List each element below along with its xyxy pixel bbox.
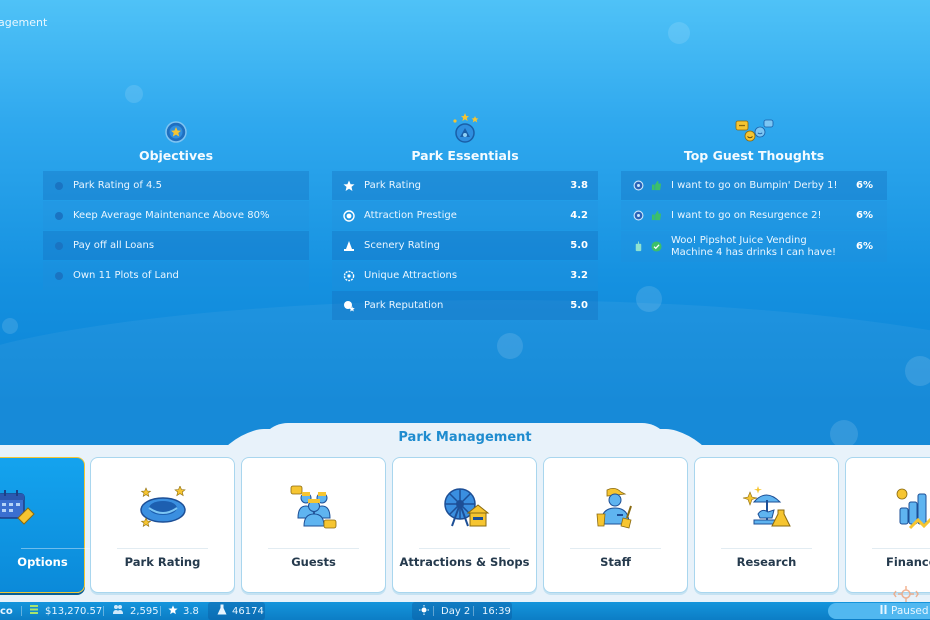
pause-button[interactable]: Paused [828,603,930,619]
park-essentials-section: Park Essentials Park Rating 3.8 Attracti… [332,112,598,321]
guest-thoughts-icon [621,112,887,144]
divider [473,606,474,616]
finances-chart-icon [846,484,930,532]
park-rating-display[interactable]: 3.8 [168,604,199,618]
background-bubble [905,356,930,386]
guest-thoughts-title: Top Guest Thoughts [683,148,825,163]
card-label: Guests [291,555,336,569]
card-guests[interactable]: Guests [241,457,386,593]
objective-item: Own 11 Plots of Land [43,261,309,290]
background-bubble [125,85,143,103]
card-label: Staff [600,555,631,569]
card-divider [570,548,661,549]
guests-icon [242,484,385,532]
flask-icon [217,604,227,618]
guests-icon [112,604,124,618]
essential-item: Park Rating 3.8 [332,171,598,200]
status-bar: co $13,270.57 2,595 3.8 46174 Day 2 16:3… [0,602,930,620]
card-label: Park Rating [124,555,201,569]
thumbs-up-icon [649,209,663,223]
divider [103,606,104,616]
essential-item: Park Reputation 5.0 [332,291,598,320]
sun-icon [419,604,429,618]
park-essentials-title: Park Essentials [411,148,519,163]
guest-thoughts-section: Top Guest Thoughts I want to go on Bumpi… [621,112,887,263]
drink-icon [631,240,645,254]
star-icon [168,604,178,618]
objective-item: Pay off all Loans [43,231,309,260]
park-name[interactable]: co [0,604,13,618]
card-divider [721,548,812,549]
bullet-icon [55,181,63,190]
prestige-icon [342,209,356,223]
background-bubble [668,22,690,44]
card-staff[interactable]: Staff [543,457,688,593]
divider [433,606,434,616]
divider [21,606,22,616]
day-display: Day 2 [441,605,471,617]
objective-item: Park Rating of 4.5 [43,171,309,200]
money-icon [29,604,39,618]
card-divider [117,548,208,549]
card-options[interactable]: Options [0,457,114,593]
thought-item: Woo! Pipshot Juice Vending Machine 4 has… [621,231,887,262]
thumbs-up-icon [649,179,663,193]
guest-count-value: 2,595 [130,605,159,617]
scenery-icon [342,239,356,253]
research-carousel-icon [695,484,838,532]
card-label: Attractions & Shops [399,555,530,569]
park-rating-icon [91,484,234,532]
park-essentials-badge-icon [332,112,598,144]
objective-star-badge-icon [43,112,309,144]
clock-display: 16:39 [482,605,511,617]
background-bubble [636,286,662,312]
star-icon [342,179,356,193]
objectives-title: Objectives [138,148,214,163]
staff-icon [544,484,687,532]
ride-icon [631,209,645,223]
money-display[interactable]: $13,270.57 [29,604,102,618]
check-icon [649,240,663,254]
thought-item: I want to go on Bumpin' Derby 1! 6% [621,171,887,200]
card-label: Research [736,555,797,569]
card-attractions-shops[interactable]: Attractions & Shops [392,457,537,593]
divider [160,606,161,616]
card-label: Options [17,555,68,569]
card-label: Finances [886,555,930,569]
research-points-value: 46174 [232,605,264,617]
pause-icon [880,605,887,617]
card-divider [268,548,359,549]
park-rating-value: 3.8 [183,605,199,617]
weather-display[interactable] [419,604,429,618]
essential-item: Scenery Rating 5.0 [332,231,598,260]
background-bubble [2,318,18,334]
objectives-section: Objectives Park Rating of 4.5 Keep Avera… [43,112,309,291]
guest-count[interactable]: 2,595 [112,604,159,618]
bullet-icon [55,241,63,250]
money-value: $13,270.57 [45,605,103,617]
bullet-icon [55,271,63,280]
calendar-ticket-icon [0,484,84,532]
ferris-wheel-shop-icon [393,484,536,532]
paused-label: Paused [891,605,929,617]
essential-item: Attraction Prestige 4.2 [332,201,598,230]
bullet-icon [55,211,63,220]
thought-item: I want to go on Resurgence 2! 6% [621,201,887,230]
card-park-rating[interactable]: Park Rating [90,457,235,593]
management-panel-title: Park Management [398,430,532,445]
card-divider [419,548,510,549]
essential-item: Unique Attractions 3.2 [332,261,598,290]
research-points[interactable]: 46174 [217,604,264,618]
unique-attractions-icon [342,269,356,283]
window-title: agement [0,16,48,29]
card-research[interactable]: Research [694,457,839,593]
card-finances[interactable]: Finances [845,457,930,593]
objective-item: Keep Average Maintenance Above 80% [43,201,309,230]
card-divider [872,548,930,549]
background-bubble [497,333,523,359]
reputation-icon [342,299,356,313]
ride-icon [631,179,645,193]
